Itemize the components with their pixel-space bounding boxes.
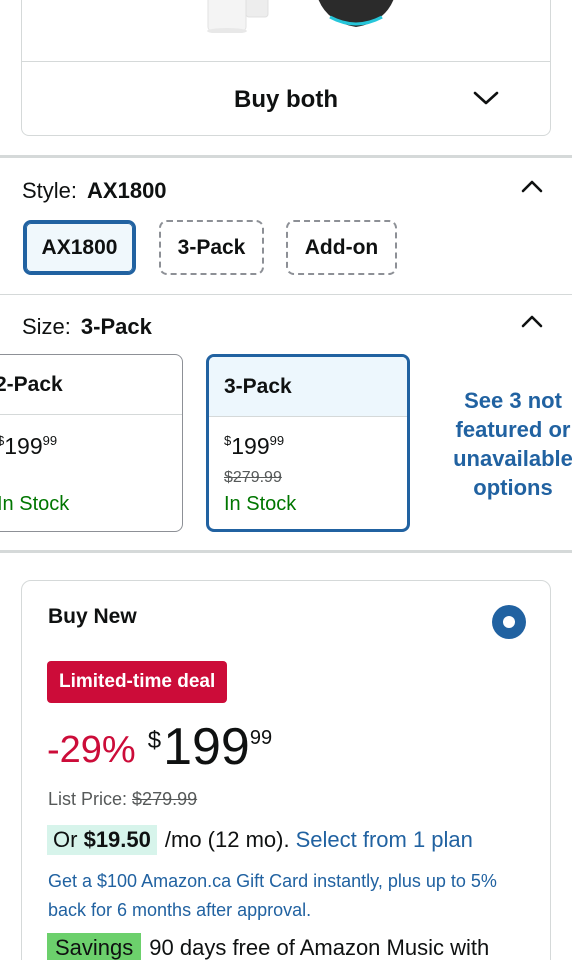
list-price-label: List Price: [48, 789, 128, 809]
chevron-down-icon[interactable] [472, 89, 500, 107]
frequently-bought-together-card: Buy both [21, 0, 551, 136]
style-label: Style: [22, 178, 78, 203]
size-tile-price: $19999 [0, 433, 57, 460]
size-tile-header: 3-Pack [209, 357, 407, 417]
deal-badge: Limited-time deal [47, 661, 228, 703]
buy-new-card: Buy New Limited-time deal -29% $ 199 99 … [21, 580, 551, 960]
size-tile-header: 2-Pack [0, 355, 182, 415]
chevron-up-icon[interactable] [520, 178, 544, 194]
style-option-add-on[interactable]: Add-on [286, 220, 397, 275]
stock-status: In Stock [0, 493, 70, 515]
monthly-highlight: Or $19.50 [47, 825, 157, 855]
deal-badge-label: Limited-time deal [59, 671, 216, 692]
buy-both-label: Buy both [234, 85, 338, 113]
section-divider [0, 550, 572, 553]
size-option-2-pack[interactable]: 2-Pack $19999 In Stock [0, 354, 183, 532]
price-fraction: 99 [269, 433, 285, 448]
price-whole: 199 [4, 433, 43, 459]
router-product-image[interactable] [182, 0, 272, 33]
select-plan-link[interactable]: Select from 1 plan [296, 827, 473, 853]
size-header: Size: 3-Pack [22, 314, 152, 340]
buy-both-button[interactable]: Buy both [22, 62, 550, 135]
savings-text: 90 days free of Amazon Music with [149, 935, 490, 960]
see-more-options-link[interactable]: See 3 not featured or unavailable option… [440, 386, 572, 502]
size-selected-value: 3-Pack [80, 314, 152, 339]
style-header: Style: AX1800 [22, 178, 167, 204]
price-fraction: 99 [249, 727, 273, 749]
list-price-value: $279.99 [132, 789, 198, 809]
current-price: $ 199 99 [148, 719, 272, 775]
price-whole: 199 [231, 433, 270, 459]
style-option-label: Add-on [304, 235, 379, 259]
section-divider [0, 294, 572, 295]
monthly-payment-row: Or $19.50 /mo (12 mo). Select from 1 pla… [47, 825, 473, 855]
size-tile-name: 2-Pack [0, 372, 63, 396]
stock-status: In Stock [224, 493, 297, 515]
list-price: List Price: $279.99 [48, 789, 197, 810]
savings-badge: Savings [47, 933, 142, 960]
style-option-label: AX1800 [41, 235, 118, 259]
strike-price: $279.99 [224, 469, 282, 486]
discount-percent: -29% [47, 729, 136, 771]
echo-speaker-image[interactable] [308, 0, 404, 35]
size-label: Size: [22, 314, 71, 339]
buy-new-title: Buy New [48, 605, 137, 628]
price-currency: $ [147, 727, 162, 754]
monthly-amount: $19.50 [83, 827, 151, 852]
savings-row: Savings 90 days free of Amazon Music wit… [47, 933, 489, 960]
style-option-3-pack[interactable]: 3-Pack [159, 220, 264, 275]
bundle-images [22, 0, 550, 61]
price-fraction: 99 [42, 433, 58, 448]
gift-card-offer-link[interactable]: Get a $100 Amazon.ca Gift Card instantly… [48, 867, 528, 925]
size-option-3-pack[interactable]: 3-Pack $19999 $279.99 In Stock [206, 354, 410, 532]
chevron-up-icon[interactable] [520, 313, 544, 329]
style-option-ax1800[interactable]: AX1800 [23, 220, 136, 275]
size-tile-price: $19999 [224, 433, 284, 460]
monthly-term: /mo (12 mo). [164, 827, 290, 852]
buy-new-radio[interactable] [492, 605, 526, 639]
style-selected-value: AX1800 [87, 178, 167, 203]
size-tile-name: 3-Pack [224, 374, 292, 398]
section-divider [0, 155, 572, 158]
monthly-prefix: Or [53, 827, 78, 852]
style-option-label: 3-Pack [177, 235, 246, 259]
price-row: -29% $ 199 99 [47, 719, 272, 775]
price-whole: 199 [163, 718, 250, 776]
